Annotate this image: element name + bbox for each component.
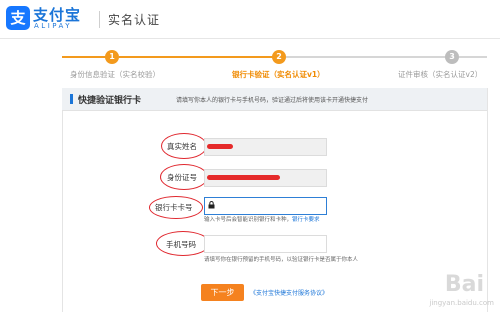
card-header-accent	[70, 94, 73, 104]
bank-card-requirements-link[interactable]: 银行卡要求	[292, 217, 320, 223]
bank-card-hint: 输入卡号后会智能识别银行和卡种，银行卡要求	[204, 215, 320, 223]
step-3-label: 证件审核（实名认证v2）	[398, 70, 483, 79]
header-border	[0, 38, 500, 39]
alipay-logo-icon[interactable]: 支	[6, 6, 30, 30]
next-button[interactable]: 下一步	[201, 284, 244, 301]
page-title: 实名认证	[108, 13, 161, 27]
card-title: 快捷验证银行卡	[78, 96, 142, 106]
phone-hint: 请填写你在银行预留的手机号码，以验证银行卡是否属于你本人	[204, 257, 359, 263]
progress-line-1-2	[119, 56, 279, 58]
step-2-label: 银行卡验证（实名认证v1）	[232, 70, 325, 79]
progress-line-after-3	[459, 56, 487, 58]
watermark-brand: Bai	[444, 272, 484, 297]
header-divider	[99, 11, 100, 28]
card-description: 请填写你本人的银行卡与手机号码，验证通过后将使用该卡开通快捷支付	[176, 97, 369, 104]
logo-subtext: ALIPAY	[34, 22, 73, 30]
bank-card-number-input[interactable]	[204, 197, 327, 215]
bank-card-label: 银行卡卡号	[155, 203, 193, 212]
step-2-circle: 2	[272, 50, 286, 64]
redaction-mark-name	[207, 144, 233, 149]
agreement-link[interactable]: 《支付宝快捷支付服务协议》	[250, 288, 328, 297]
lock-icon	[208, 201, 215, 209]
progress-line-2-3	[286, 56, 452, 58]
watermark-url: jingyan.baidu.com	[429, 299, 494, 307]
step-3-circle: 3	[445, 50, 459, 64]
phone-number-label: 手机号码	[166, 240, 196, 249]
step-1-circle: 1	[105, 50, 119, 64]
step-1-label: 身份信息验证（实名校验）	[70, 70, 160, 79]
id-number-label: 身份证号	[167, 173, 197, 182]
bank-card-hint-text: 输入卡号后会智能识别银行和卡种，	[204, 217, 293, 223]
redaction-mark-id	[207, 175, 280, 180]
real-name-label: 真实姓名	[167, 142, 197, 151]
phone-number-input[interactable]	[204, 235, 327, 253]
